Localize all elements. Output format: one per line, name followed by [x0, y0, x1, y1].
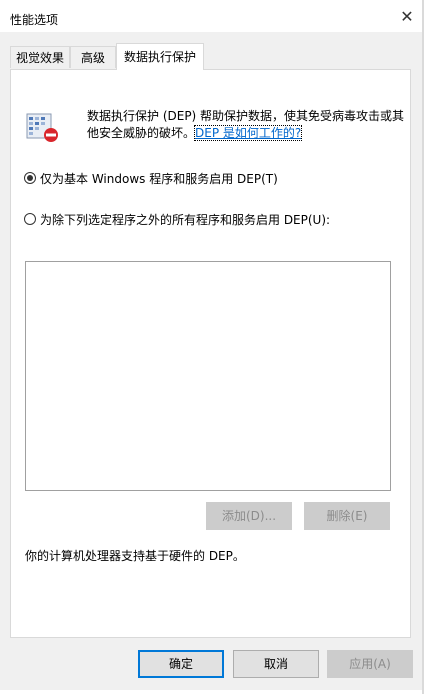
title-bar: 性能选项 ✕	[0, 4, 424, 32]
radio-all-except-label: 为除下列选定程序之外的所有程序和服务启用 DEP(U):	[40, 212, 331, 227]
dep-help-link[interactable]: DEP 是如何工作的?	[194, 125, 303, 141]
window-title: 性能选项	[10, 13, 59, 27]
tab-label: 视觉效果	[15, 51, 64, 65]
radio-essential-row[interactable]: 仅为基本 Windows 程序和服务启用 DEP(T)	[24, 169, 278, 187]
close-icon[interactable]: ✕	[396, 6, 418, 28]
program-listbox[interactable]	[25, 261, 391, 491]
ok-button-label: 确定	[168, 657, 193, 671]
remove-button-label: 删除(E)	[326, 509, 368, 523]
tab-advanced[interactable]: 高级	[70, 46, 116, 68]
tab-visual-effects[interactable]: 视觉效果	[10, 46, 70, 68]
ok-button[interactable]: 确定	[138, 650, 224, 678]
radio-all-except-row[interactable]: 为除下列选定程序之外的所有程序和服务启用 DEP(U):	[24, 210, 330, 228]
add-button[interactable]: 添加(D)...	[206, 502, 292, 530]
remove-button[interactable]: 删除(E)	[304, 502, 390, 530]
cancel-button[interactable]: 取消	[233, 650, 319, 678]
apply-button[interactable]: 应用(A)	[327, 650, 413, 678]
radio-essential-label: 仅为基本 Windows 程序和服务启用 DEP(T)	[40, 171, 278, 186]
tab-label: 高级	[80, 51, 105, 65]
radio-essential[interactable]	[24, 172, 36, 184]
bottom-strip	[0, 690, 424, 694]
add-button-label: 添加(D)...	[221, 509, 277, 523]
tab-panel: 数据执行保护 (DEP) 帮助保护数据，使其免受病毒攻击或其他安全威胁的破坏。D…	[10, 69, 411, 638]
apply-button-label: 应用(A)	[349, 657, 391, 671]
radio-all-except[interactable]	[24, 213, 36, 225]
dep-description: 数据执行保护 (DEP) 帮助保护数据，使其免受病毒攻击或其他安全威胁的破坏。D…	[87, 108, 407, 142]
tab-label: 数据执行保护	[123, 50, 196, 64]
hardware-dep-status: 你的计算机处理器支持基于硬件的 DEP。	[25, 549, 245, 563]
tab-dep[interactable]: 数据执行保护	[116, 43, 204, 70]
cancel-button-label: 取消	[263, 657, 288, 671]
dep-shield-icon	[26, 113, 58, 142]
